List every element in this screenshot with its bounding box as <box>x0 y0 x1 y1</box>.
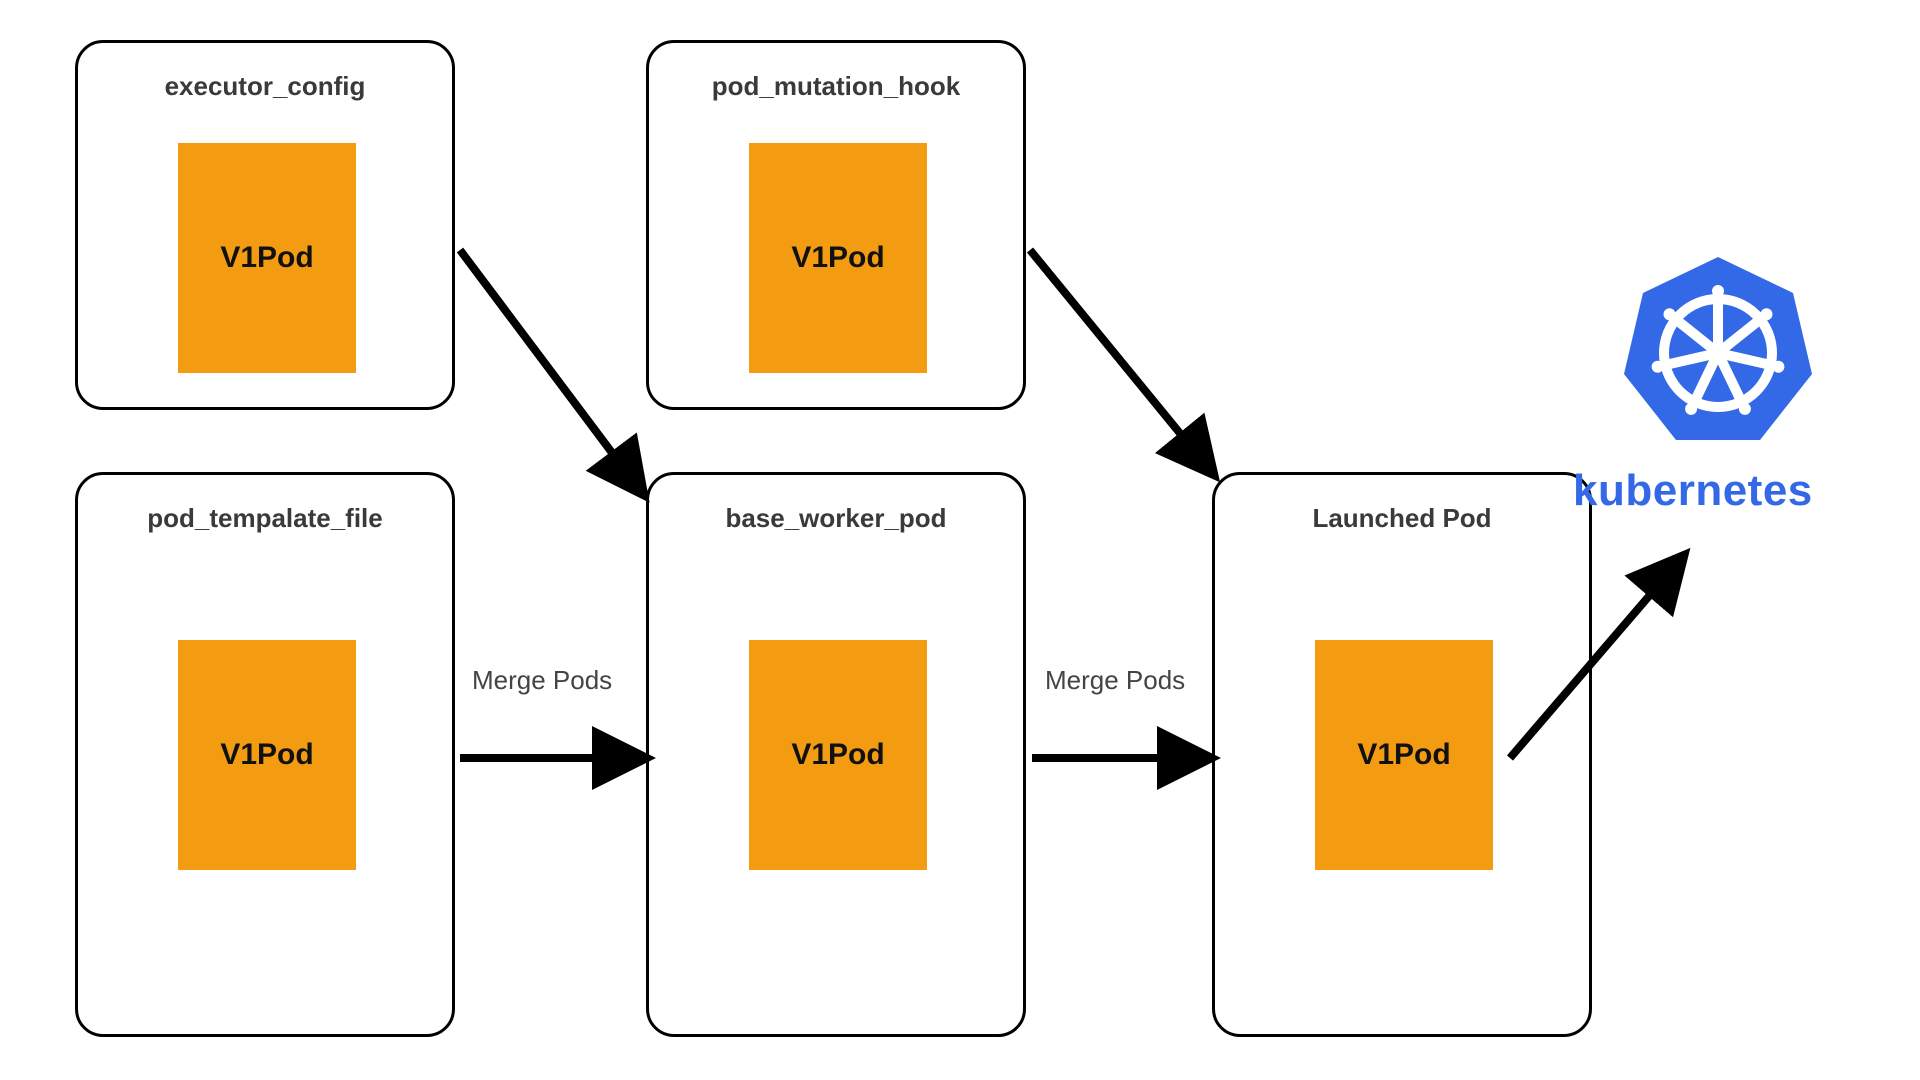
v1pod-label: V1Pod <box>791 738 884 772</box>
v1pod-block: V1Pod <box>178 640 356 870</box>
node-pod-template-file-title: pod_tempalate_file <box>78 503 452 534</box>
v1pod-block: V1Pod <box>1315 640 1493 870</box>
v1pod-label: V1Pod <box>1357 738 1450 772</box>
v1pod-label: V1Pod <box>791 241 884 275</box>
edge-label-template-to-base: Merge Pods <box>472 665 612 696</box>
v1pod-label: V1Pod <box>220 241 313 275</box>
v1pod-block: V1Pod <box>749 143 927 373</box>
arrow-executor-to-base <box>460 250 640 490</box>
v1pod-block: V1Pod <box>749 640 927 870</box>
edge-label-base-to-launched: Merge Pods <box>1045 665 1185 696</box>
node-executor-config: executor_config V1Pod <box>75 40 455 410</box>
node-base-worker-pod-title: base_worker_pod <box>649 503 1023 534</box>
node-launched-pod-title: Launched Pod <box>1215 503 1589 534</box>
node-base-worker-pod: base_worker_pod V1Pod <box>646 472 1026 1037</box>
node-pod-mutation-hook: pod_mutation_hook V1Pod <box>646 40 1026 410</box>
node-pod-template-file: pod_tempalate_file V1Pod <box>75 472 455 1037</box>
node-launched-pod: Launched Pod V1Pod <box>1212 472 1592 1037</box>
v1pod-block: V1Pod <box>178 143 356 373</box>
arrow-mutation-to-launched <box>1030 250 1210 470</box>
node-pod-mutation-hook-title: pod_mutation_hook <box>649 71 1023 102</box>
kubernetes-icon <box>1624 257 1812 440</box>
kubernetes-label: kubernetes <box>1573 466 1813 516</box>
node-executor-config-title: executor_config <box>78 71 452 102</box>
v1pod-label: V1Pod <box>220 738 313 772</box>
